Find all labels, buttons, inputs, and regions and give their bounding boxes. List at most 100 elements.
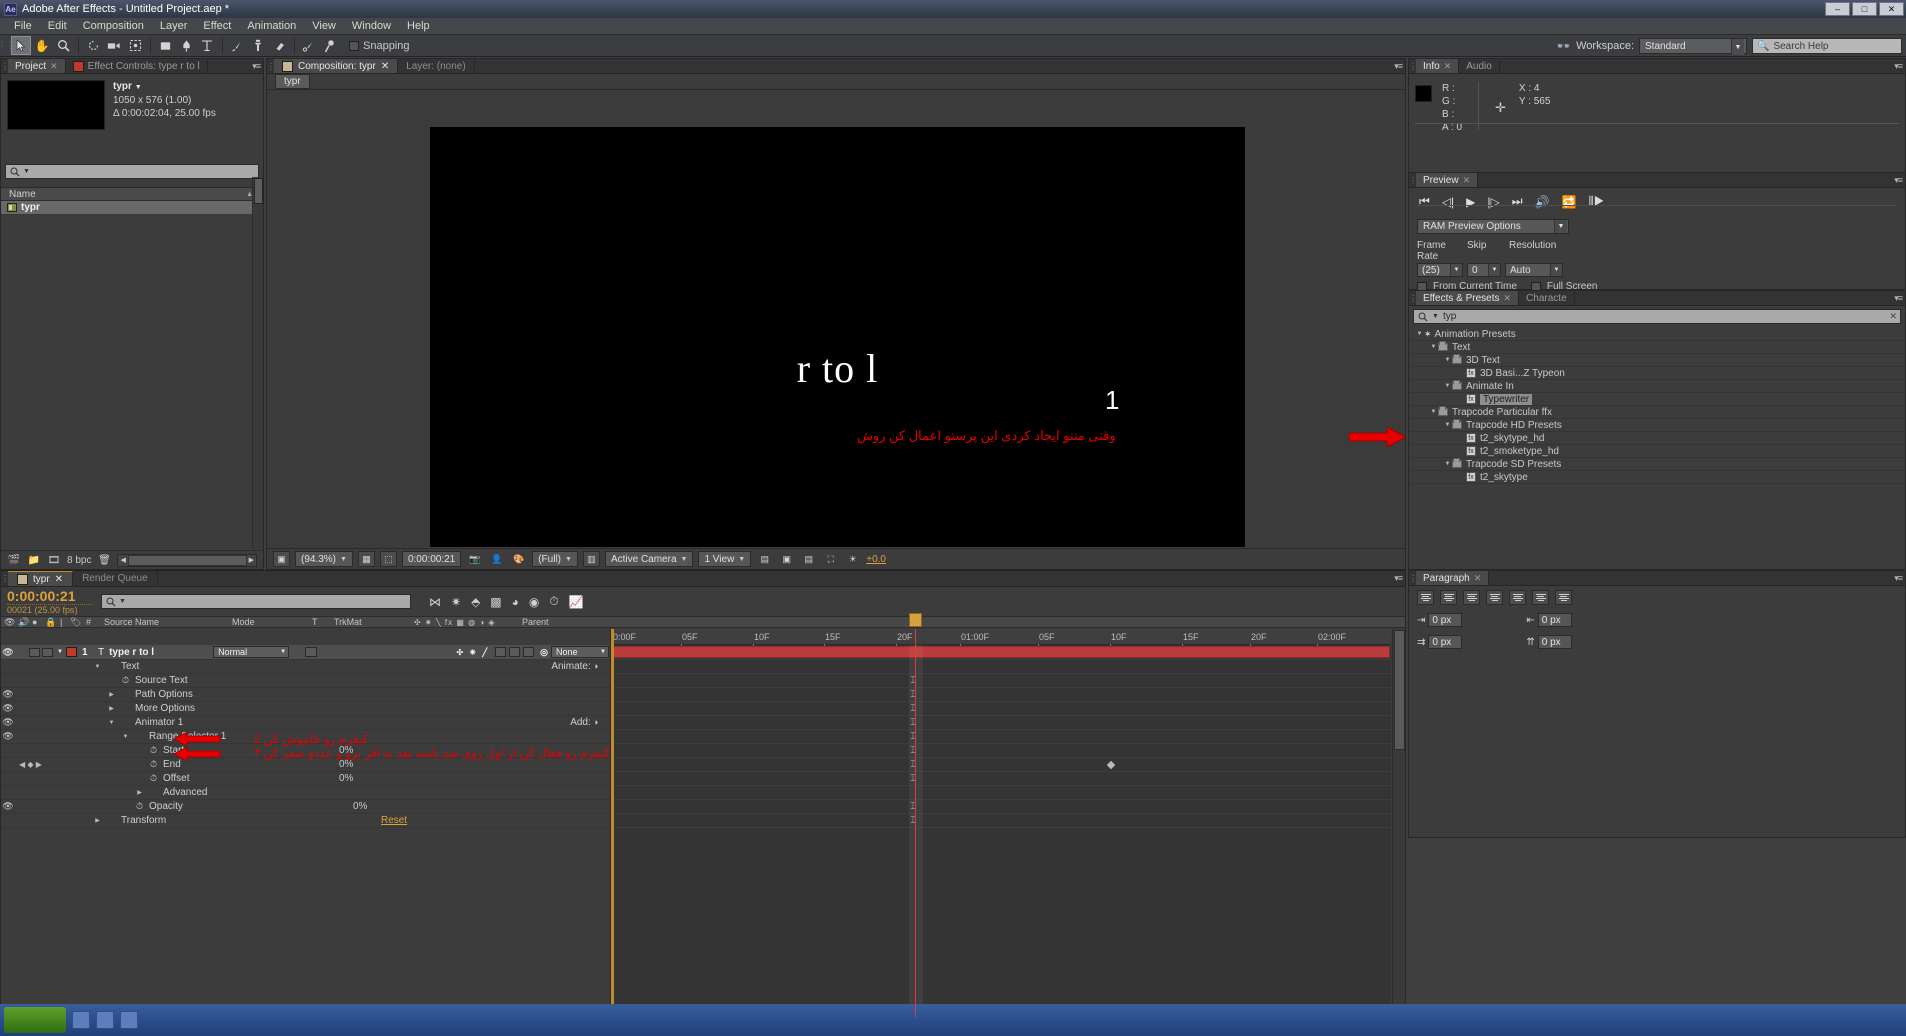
- chevron-down-icon[interactable]: ▼: [107, 720, 116, 726]
- effects-tree-item[interactable]: ▼ Animate In: [1409, 380, 1905, 393]
- blend-mode-select[interactable]: Normal ▼: [213, 646, 290, 658]
- type-tool[interactable]: [197, 36, 217, 55]
- comp-flowchart-icon[interactable]: ⛶: [822, 551, 839, 567]
- property-label-group[interactable]: ⏱ Source Text: [65, 675, 367, 686]
- panel-menu-icon[interactable]: ▾≡: [1394, 573, 1403, 584]
- tab-composition[interactable]: Composition: typr ✕: [274, 59, 399, 73]
- layer-name[interactable]: type r to l: [109, 647, 213, 658]
- stopwatch-icon[interactable]: ⏱: [134, 801, 145, 812]
- chevron-down-icon[interactable]: ▼: [1443, 357, 1452, 363]
- snapping-checkbox[interactable]: [349, 40, 359, 51]
- stopwatch-icon[interactable]: ⏱: [148, 759, 159, 770]
- stopwatch-icon[interactable]: ⏱: [148, 773, 159, 784]
- menu-item-file[interactable]: File: [6, 19, 40, 33]
- layer-duration-bar[interactable]: [612, 646, 1390, 658]
- eye-icon[interactable]: 👁: [1, 689, 15, 700]
- taskbar-icon[interactable]: [120, 1011, 138, 1029]
- work-area-start[interactable]: [611, 629, 614, 1017]
- tab-effect-controls[interactable]: Effect Controls: type r to l: [65, 59, 208, 73]
- play-icon[interactable]: ▶: [1466, 195, 1475, 209]
- keyframe-diamond[interactable]: [1106, 760, 1116, 770]
- effects-tree-item[interactable]: fx t2_smoketype_hd: [1409, 445, 1905, 458]
- hand-tool[interactable]: ✋: [32, 36, 52, 55]
- layer-switches[interactable]: ✣ ✷ ╱: [456, 648, 489, 657]
- property-label-group[interactable]: ▶ Transform: [65, 815, 381, 826]
- effects-tree-item[interactable]: fx 3D Basi...Z Typeon: [1409, 367, 1905, 380]
- hide-shy-layers-icon[interactable]: ⬘: [471, 595, 480, 609]
- chevron-down-icon[interactable]: ▼: [1429, 344, 1438, 350]
- rotation-tool[interactable]: [83, 36, 103, 55]
- chevron-down-icon[interactable]: ▼: [1443, 422, 1452, 428]
- timeline-property-track[interactable]: ⌶: [611, 674, 1391, 688]
- eye-icon[interactable]: 👁: [1, 647, 15, 658]
- zoom-select[interactable]: (94.3%) ▼: [295, 551, 353, 567]
- exposure-value[interactable]: +0.0: [866, 554, 886, 565]
- menu-item-animation[interactable]: Animation: [239, 19, 304, 33]
- new-folder-icon[interactable]: 📁: [27, 554, 41, 567]
- brainstorm-icon[interactable]: ◉: [529, 595, 539, 609]
- scrollbar-thumb[interactable]: [254, 178, 263, 204]
- maximize-button[interactable]: □: [1852, 2, 1877, 16]
- property-label-group[interactable]: ▼ Text: [65, 661, 381, 672]
- solo-toggle[interactable]: [29, 647, 40, 657]
- close-icon[interactable]: ✕: [50, 61, 58, 72]
- keyframe-navigator[interactable]: ◀ ◆ ▶: [15, 760, 65, 769]
- next-frame-icon[interactable]: |▷: [1487, 195, 1499, 209]
- timeline-current-time-block[interactable]: 0:00:00:21 00021 (25.00 fps): [7, 588, 93, 615]
- parent-pickwhip-icon[interactable]: ◎: [540, 647, 548, 658]
- close-icon[interactable]: ✕: [1463, 175, 1471, 186]
- graph-editor-icon[interactable]: 📈: [569, 595, 584, 609]
- first-frame-icon[interactable]: ⏮: [1419, 194, 1430, 209]
- effects-tree-item[interactable]: ▼ Trapcode SD Presets: [1409, 458, 1905, 471]
- stopwatch-icon[interactable]: ⏱: [120, 675, 131, 686]
- workspace-select[interactable]: Standard ▼: [1639, 38, 1747, 55]
- indent-left-group[interactable]: ⇥ 0 px: [1417, 613, 1463, 627]
- composition-viewer[interactable]: r to l 1 وقتی متنو ایجاد کردی این پرستو …: [267, 90, 1405, 547]
- property-value[interactable]: 0%: [339, 759, 409, 770]
- effects-search-input[interactable]: ▼ typ ✕: [1413, 309, 1901, 324]
- timeline-property-track[interactable]: ⌶: [611, 772, 1391, 786]
- property-right-action[interactable]: Animate: ◗: [551, 661, 609, 672]
- delete-icon[interactable]: 🗑: [97, 554, 111, 567]
- chevron-down-icon[interactable]: ▼: [1443, 383, 1452, 389]
- tab-audio[interactable]: Audio: [1459, 59, 1500, 73]
- property-label-group[interactable]: ▶ Advanced: [65, 787, 339, 798]
- resolution-select[interactable]: Auto ▼: [1505, 263, 1563, 277]
- panel-menu-icon[interactable]: ▾≡: [1394, 61, 1403, 72]
- project-list-item[interactable]: typr: [1, 201, 263, 215]
- timeline-property-row[interactable]: ⏱ Source Text: [1, 674, 609, 688]
- puppet-pin-tool[interactable]: [320, 36, 340, 55]
- project-column-header[interactable]: Name ▲: [1, 187, 263, 201]
- project-search-input[interactable]: ▼: [5, 164, 259, 179]
- frame-blending-icon[interactable]: ▩: [490, 595, 501, 609]
- timeline-property-row[interactable]: ⏱ Offset 0%: [1, 772, 609, 786]
- chevron-down-icon[interactable]: ▼: [1429, 409, 1438, 415]
- effects-tree-item[interactable]: fx t2_skytype_hd: [1409, 432, 1905, 445]
- timeline-property-track[interactable]: ⌶: [611, 730, 1391, 744]
- exposure-icon[interactable]: ☀: [844, 551, 861, 567]
- space-before-group[interactable]: ⇈ 0 px: [1526, 635, 1572, 649]
- draft-3d-icon[interactable]: ✷: [451, 595, 461, 609]
- property-label-group[interactable]: ▶ More Options: [65, 703, 367, 714]
- auto-keyframe-icon[interactable]: ⏱: [549, 594, 558, 609]
- tab-effects-and-presets[interactable]: Effects & Presets ✕: [1416, 291, 1520, 305]
- resolution-select[interactable]: (Full) ▼: [532, 551, 578, 567]
- loop-icon[interactable]: 🔁: [1562, 195, 1577, 209]
- label-icon[interactable]: 🏷: [67, 617, 83, 628]
- brush-tool[interactable]: [227, 36, 247, 55]
- tab-render-queue[interactable]: Render Queue: [73, 571, 158, 586]
- timeline-property-row[interactable]: ▶ Advanced: [1, 786, 609, 800]
- views-select[interactable]: 1 View ▼: [698, 551, 752, 567]
- region-of-interest-icon[interactable]: ⬚: [379, 551, 397, 567]
- current-time-indicator[interactable]: [909, 613, 922, 1017]
- menu-item-effect[interactable]: Effect: [195, 19, 239, 33]
- timeline-property-track[interactable]: ⌶: [611, 814, 1391, 828]
- new-comp-icon[interactable]: 🎬: [7, 554, 21, 567]
- roto-brush-tool[interactable]: [299, 36, 319, 55]
- indent-first-line-value[interactable]: 0 px: [1428, 635, 1463, 649]
- property-value[interactable]: 0%: [339, 773, 409, 784]
- project-horizontal-scrollbar[interactable]: ◀ ▶: [117, 553, 257, 567]
- scrollbar-thumb[interactable]: [1394, 630, 1405, 750]
- timeline-property-track[interactable]: ⌶: [611, 702, 1391, 716]
- timeline-current-time[interactable]: 0:00:00:21: [7, 588, 93, 605]
